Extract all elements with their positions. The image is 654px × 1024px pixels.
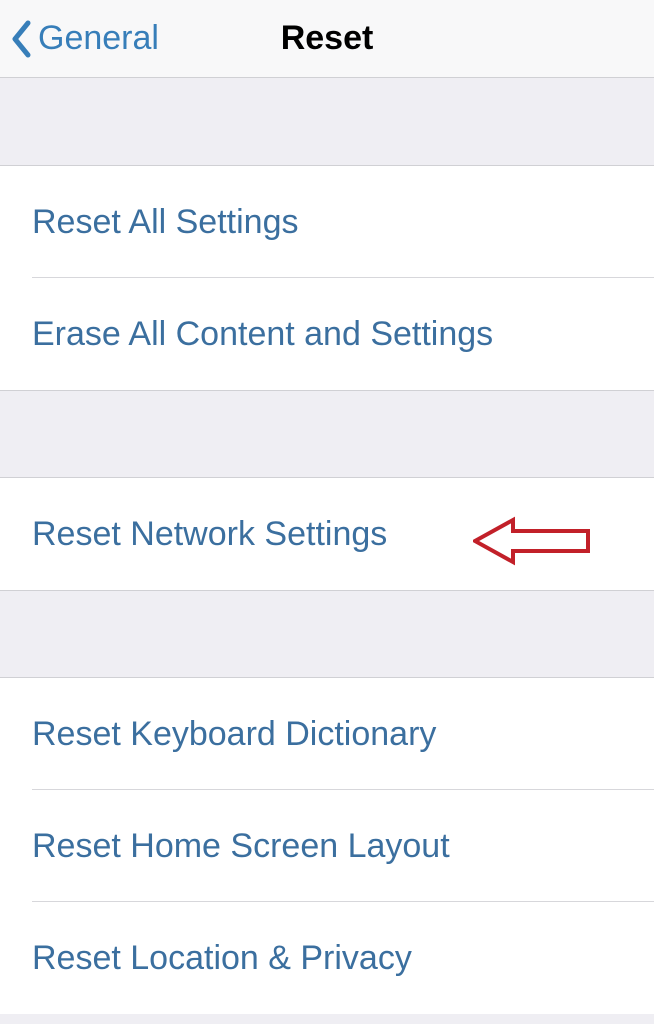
erase-all-content-item[interactable]: Erase All Content and Settings bbox=[0, 278, 654, 390]
navigation-header: General Reset bbox=[0, 0, 654, 78]
reset-all-settings-item[interactable]: Reset All Settings bbox=[0, 166, 654, 278]
list-item-label: Reset Location & Privacy bbox=[32, 939, 412, 978]
reset-home-screen-layout-item[interactable]: Reset Home Screen Layout bbox=[0, 790, 654, 902]
list-group-1: Reset All Settings Erase All Content and… bbox=[0, 166, 654, 390]
arrow-left-icon bbox=[473, 516, 593, 566]
list-item-label: Reset Home Screen Layout bbox=[32, 827, 450, 866]
page-title: Reset bbox=[281, 19, 374, 58]
chevron-left-icon bbox=[10, 20, 32, 58]
list-item-label: Erase All Content and Settings bbox=[32, 315, 493, 354]
list-item-label: Reset All Settings bbox=[32, 203, 298, 242]
list-group-3: Reset Keyboard Dictionary Reset Home Scr… bbox=[0, 678, 654, 1014]
list-item-label: Reset Network Settings bbox=[32, 515, 387, 554]
back-button[interactable]: General bbox=[0, 19, 159, 58]
reset-network-settings-item[interactable]: Reset Network Settings bbox=[0, 478, 654, 590]
reset-location-privacy-item[interactable]: Reset Location & Privacy bbox=[0, 902, 654, 1014]
list-item-label: Reset Keyboard Dictionary bbox=[32, 715, 436, 754]
list-group-2: Reset Network Settings bbox=[0, 478, 654, 590]
section-gap bbox=[0, 390, 654, 478]
section-gap bbox=[0, 78, 654, 166]
reset-keyboard-dictionary-item[interactable]: Reset Keyboard Dictionary bbox=[0, 678, 654, 790]
back-label: General bbox=[38, 19, 159, 58]
section-gap bbox=[0, 590, 654, 678]
